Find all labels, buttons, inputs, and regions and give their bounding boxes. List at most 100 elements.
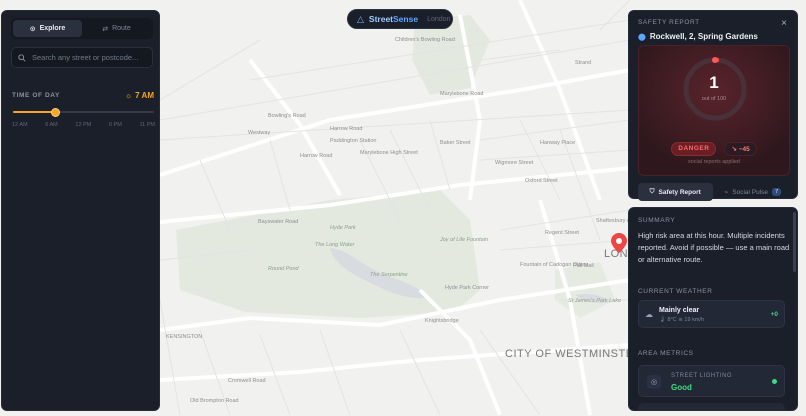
map-label: Bowling's Road [268,113,306,119]
slider-fill [13,111,56,113]
map-label: Hyde Park Corner [445,285,490,291]
map-label: Joy of Life Fountain [440,237,489,243]
summary-text: High risk area at this hour. Multiple in… [638,231,790,264]
metric-value: Good [671,383,692,392]
map-label: Children's Bowling Road [395,37,455,43]
map-label: Bayswater Road [258,219,299,225]
map-label: Strand [575,60,592,66]
route-icon: ⇄ [102,25,109,33]
details-card[interactable]: SUMMARY High risk area at this hour. Mul… [628,207,798,411]
search-icon [18,53,26,62]
map-label: St James's Park Lake [568,298,622,304]
tab-social-pulse[interactable]: ⌁ Social Pulse 7 [716,183,791,201]
safety-report-card: SAFETY REPORT × ⬤ Rockwell, 2, Spring Ga… [628,10,798,201]
summary-title: SUMMARY [638,217,676,224]
tab-social-pulse-label: Social Pulse [732,188,769,196]
tab-safety-report-label: Safety Report [658,188,701,196]
tab-safety-report[interactable]: ⛉ Safety Report [638,183,713,201]
map-label: Regent Street [545,230,579,236]
safety-score-sub: out of 100 [701,96,727,102]
tick-label: 12 AM [12,122,28,128]
tab-explore-label: Explore [39,25,66,32]
map-label: Hanway Place [540,140,576,146]
brand-logo-icon: △ [357,13,364,24]
thermometer-icon: 🌡︎ [659,317,666,323]
score-ring [639,46,789,175]
map-label-kensington: KENSINGTON [166,334,203,340]
pin-icon: ⬤ [638,33,646,41]
metrics-title: AREA METRICS [638,350,694,357]
close-icon[interactable]: × [781,18,787,29]
mode-switch: ⊙ Explore ⇄ Route [11,18,153,39]
map-label: Old Brompton Road [190,398,239,404]
map-label: Paddington Station [330,138,377,144]
map-label-westminster: CITY OF WESTMINSTER [505,348,643,360]
map-label: Westway [248,130,271,136]
map-label: Round Pond [268,266,299,272]
map-label: Wigmore Street [495,160,534,166]
delta-value: −45 [738,146,750,153]
time-of-day-value-wrap: ☼ 7 AM [125,91,154,100]
map-label: Harrow Road [300,153,333,159]
map-label: The Serpentine [370,272,408,278]
weather-title: CURRENT WEATHER [638,288,713,295]
safety-score: 1 [709,73,719,92]
danger-score-panel: 1 out of 100 DANGER ↘ −45 social reports… [638,45,790,176]
brand-city: London [427,15,451,23]
tab-explore[interactable]: ⊙ Explore [13,20,82,37]
map-label: Harrow Road [330,126,363,132]
sun-icon: ☼ [124,91,133,100]
safety-report-title: SAFETY REPORT [638,19,700,26]
search-box [11,47,153,68]
map-label: Cromwell Road [228,378,266,384]
map-label: Fountain of Cadogan Otters [520,262,588,268]
social-count-badge: 7 [772,188,782,196]
metric-next [638,403,785,410]
details-scrollbar[interactable] [793,212,796,272]
search-input[interactable] [32,53,147,62]
score-badges: DANGER ↘ −45 [639,142,789,156]
shield-icon: ⛉ [649,188,655,195]
delta-badge: ↘ −45 [724,142,757,156]
tick-label: 11 PM [139,122,155,128]
report-tabs: ⛉ Safety Report ⌁ Social Pulse 7 [638,183,790,201]
slider-handle[interactable] [51,108,61,117]
location-pin-icon[interactable] [611,233,627,253]
weather-stats: 🌡︎ 8°C ≋ 19 km/h [659,317,704,323]
trend-down-icon: ↘ [731,146,737,153]
social-note: social reports applied [688,159,740,165]
weather-delta: +0 [770,311,778,318]
time-of-day-header: TIME OF DAY ☼ 7 AM [12,91,154,100]
address-text: Rockwell, 2, Spring Gardens [649,32,758,41]
cloud-icon: ☁ [645,310,653,319]
weather-temp: 8°C [667,317,677,323]
brand-name-a: Street [368,14,394,24]
metric-label: STREET LIGHTING [671,373,733,379]
pulse-icon: ⌁ [724,189,729,196]
map-label: Knightsbridge [425,318,459,324]
time-of-day-value: 7 AM [135,91,154,100]
map-label: Marylebone Road [440,91,484,97]
tab-route[interactable]: ⇄ Route [82,20,151,37]
metric-street-lighting: ◎ STREET LIGHTING Good [638,365,785,397]
metric-status-dot [772,379,777,384]
compass-icon: ⊙ [29,25,36,33]
map-label: Baker Street [440,140,471,146]
score-ring-dot [712,57,718,63]
brand-name-b: Sense [393,14,419,24]
left-panel: ⊙ Explore ⇄ Route TIME OF DAY ☼ 7 AM 12 … [1,10,160,411]
danger-badge: DANGER [671,142,717,156]
time-ticks: 12 AM 6 AM 12 PM 6 PM 11 PM [12,122,155,128]
tick-label: 6 AM [45,122,58,128]
map-label: The Long Water [315,242,355,248]
tick-label: 12 PM [75,122,92,128]
tab-route-label: Route [112,25,131,32]
bulb-icon: ◎ [647,375,661,389]
weather-wind: 19 km/h [684,317,704,323]
brand-pill: △ Street Sense London [347,9,453,29]
wind-icon: ≋ [678,317,683,323]
time-of-day-label: TIME OF DAY [12,92,60,99]
time-slider[interactable] [13,108,154,117]
weather-box: ☁ Mainly clear 🌡︎ 8°C ≋ 19 km/h +0 [638,300,785,328]
map-label: Hyde Park [330,225,356,231]
